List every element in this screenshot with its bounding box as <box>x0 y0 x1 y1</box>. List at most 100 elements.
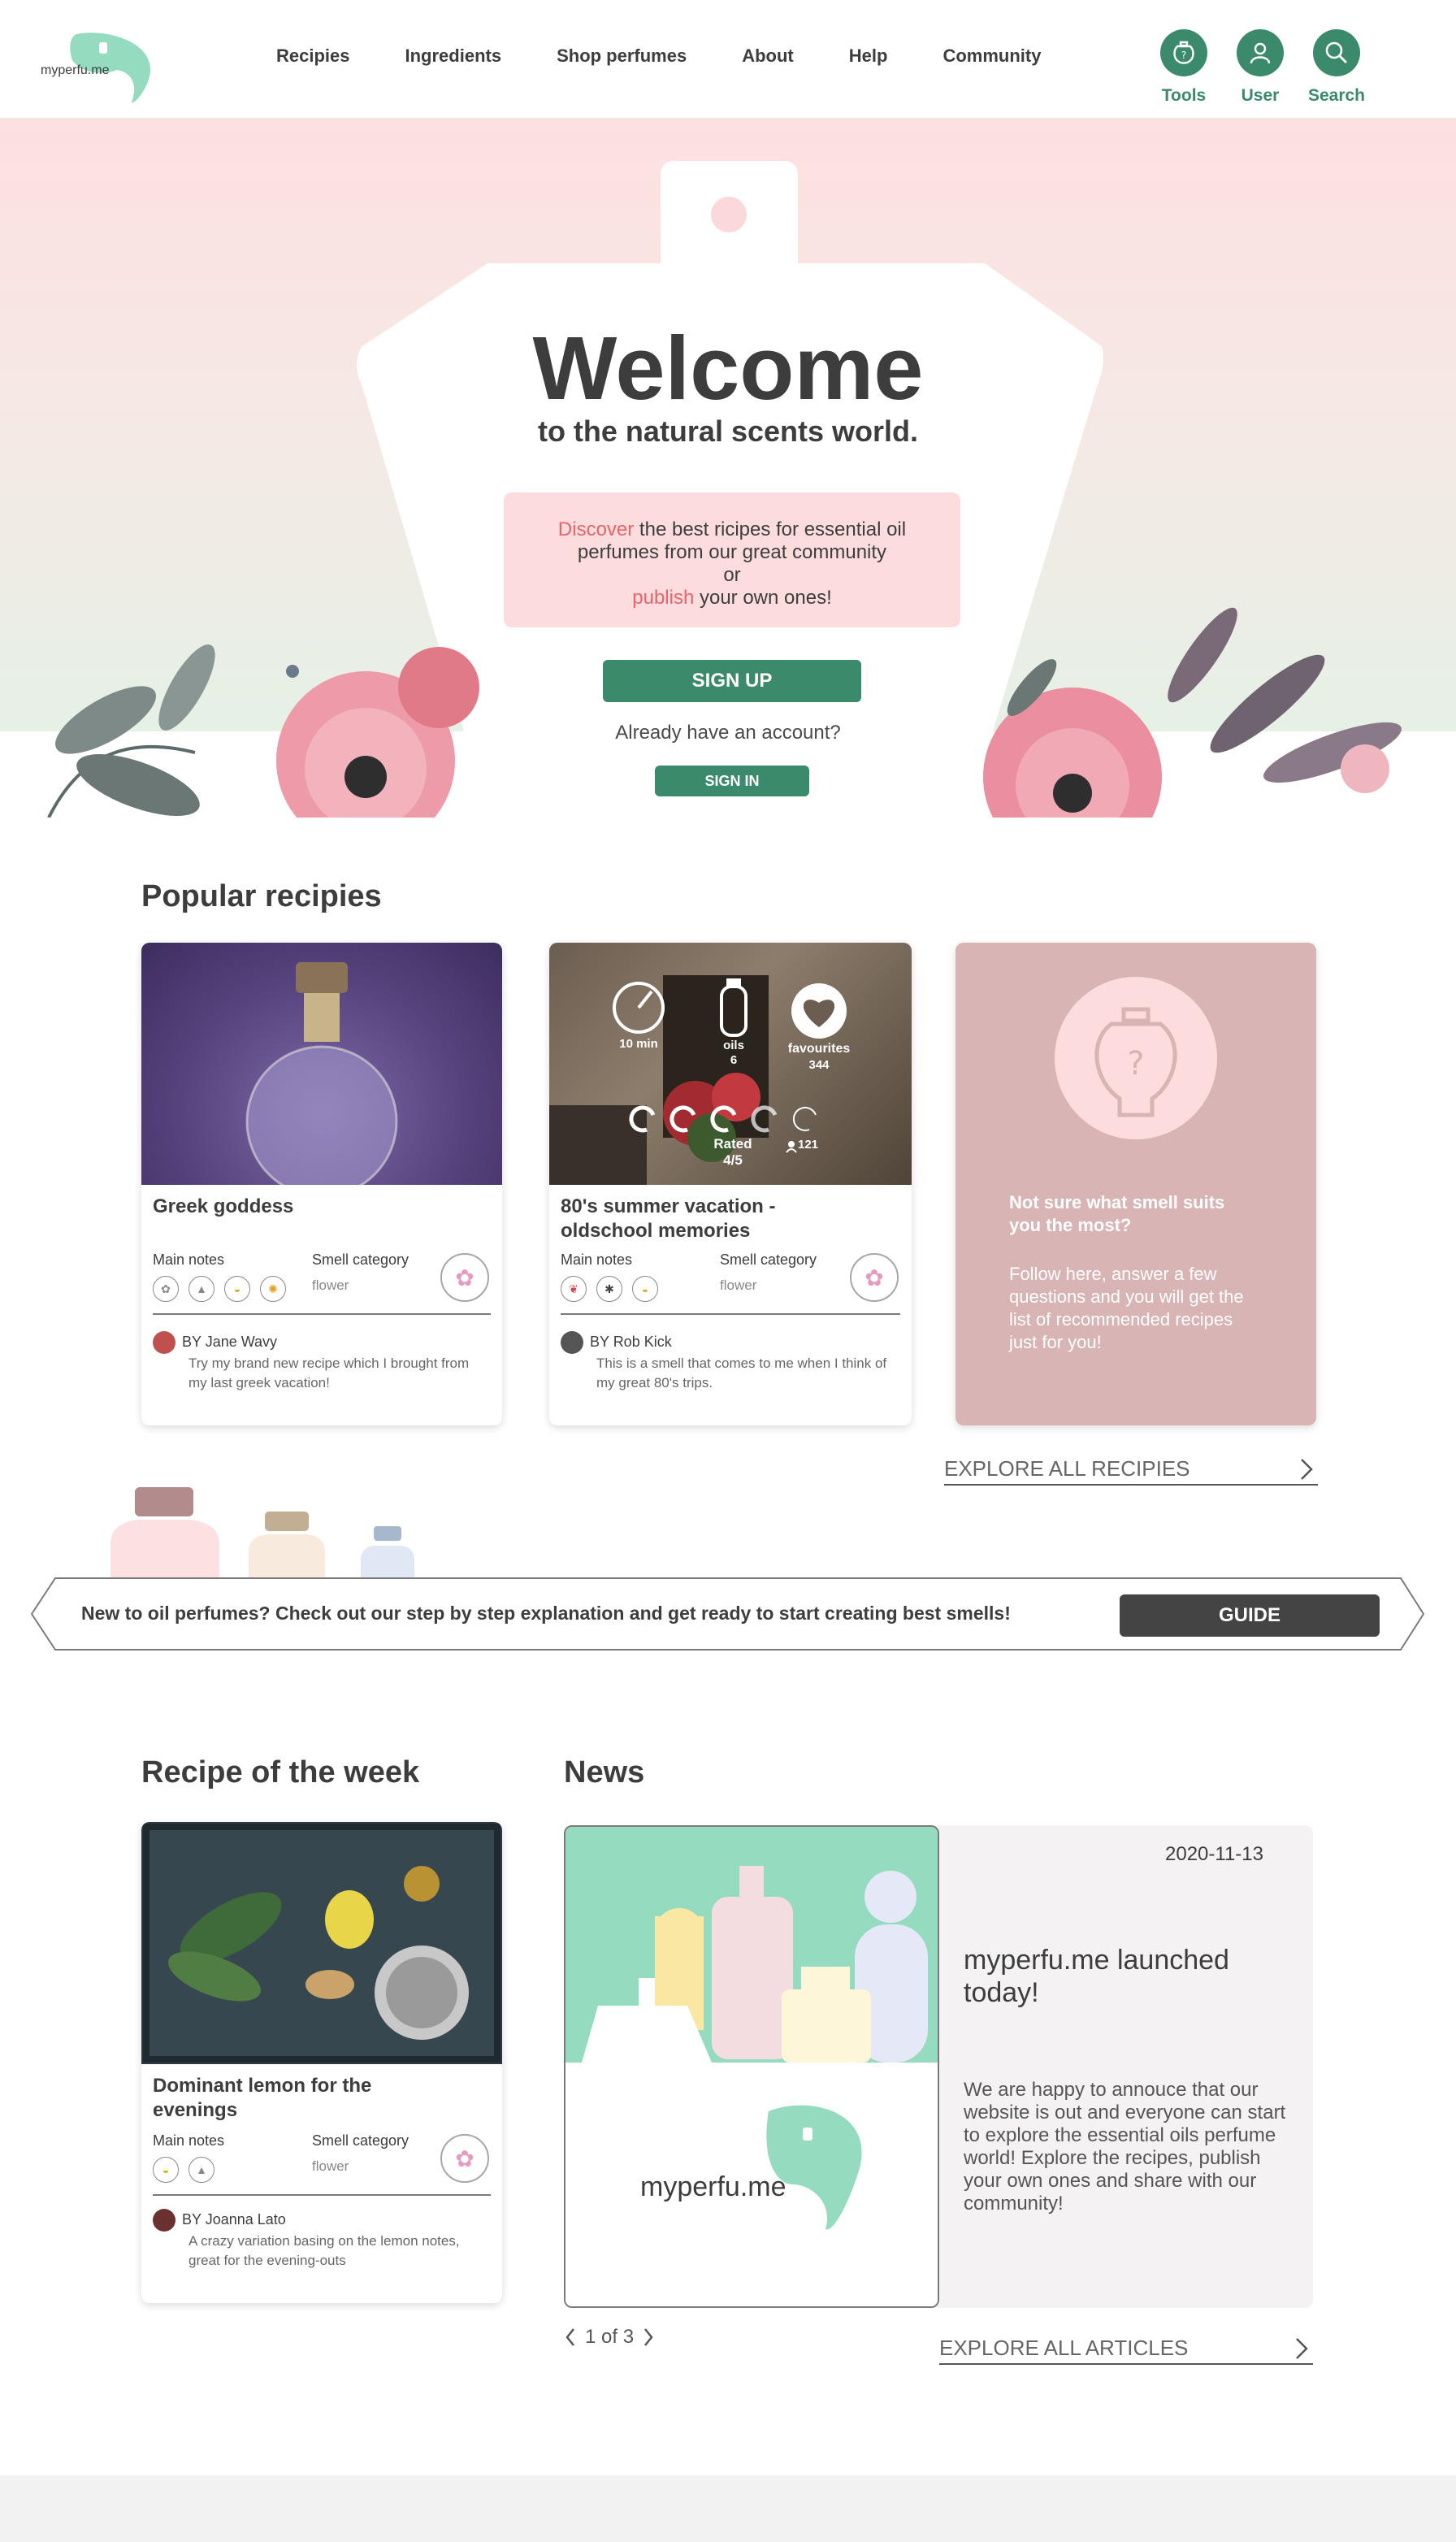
author-name: BY Jane Wavy <box>182 1333 278 1350</box>
explore-label: EXPLORE ALL ARTICLES <box>939 2336 1189 2360</box>
recipe-title-line1: Dominant lemon for the <box>153 2075 372 2097</box>
tools-icon: ? <box>1160 29 1207 76</box>
recipe-title-line2: evenings <box>153 2099 238 2121</box>
time-icon <box>613 982 665 1034</box>
recipe-description: A crazy variation basing on the lemon no… <box>188 2233 460 2268</box>
main-notes-icons: ◒ ▲ <box>153 2157 214 2183</box>
author-name: BY Joanna Lato <box>182 2210 286 2228</box>
explore-all-recipies-link[interactable]: EXPLORE ALL RECIPIES <box>944 1456 1318 1486</box>
news-title: News <box>564 1755 645 1789</box>
overlay-favourites-label: favourites <box>787 1042 851 1056</box>
smell-category-value: flower <box>720 1278 757 1293</box>
nav-community[interactable]: Community <box>942 46 1041 67</box>
quiz-title-line1: Not sure what smell suits <box>1009 1192 1225 1212</box>
flower-category-icon: ✿ <box>440 2134 489 2183</box>
discover-box: Discover the best ricipes for essential … <box>504 492 960 627</box>
nav-shop-perfumes[interactable]: Shop perfumes <box>557 46 687 67</box>
smell-quiz-card[interactable]: ? Not sure what smell suits you the most… <box>956 943 1316 1425</box>
quiz-title: Not sure what smell suits you the most? <box>1009 1191 1224 1237</box>
avatar <box>153 1331 176 1354</box>
already-account-text: Already have an account? <box>615 722 841 744</box>
tools-button[interactable]: ? Tools <box>1147 29 1220 106</box>
footer <box>0 2475 1456 2542</box>
nav-about[interactable]: About <box>742 46 794 67</box>
hero-title: Welcome <box>532 319 924 419</box>
news-headline: myperfu.me launched today! <box>964 1945 1229 2008</box>
logo-text: myperfu.me <box>41 63 110 77</box>
quiz-title-line2: you the most? <box>1009 1215 1132 1235</box>
recipe-author: BY Rob Kick <box>561 1331 672 1354</box>
publish-rest: your own ones! <box>694 587 832 609</box>
recipe-title: Greek goddess <box>153 1195 294 1217</box>
nav-ingredients[interactable]: Ingredients <box>405 46 502 67</box>
main-notes-label: Main notes <box>153 2132 225 2149</box>
recipe-author: BY Jane Wavy <box>153 1331 277 1354</box>
recipe-description: This is a smell that comes to me when I … <box>596 1356 887 1390</box>
chevron-right-icon <box>1301 1459 1313 1480</box>
discover-word: Discover <box>557 518 635 540</box>
news-pager: 1 of 3 <box>564 2326 655 2349</box>
recipe-photo-lemon-tea <box>141 1822 502 2064</box>
guide-text: New to oil perfumes? Check out our step … <box>81 1603 1011 1624</box>
explore-all-articles-link[interactable]: EXPLORE ALL ARTICLES <box>939 2336 1313 2365</box>
note-citrus-icon: ◒ <box>153 2157 179 2183</box>
news-image: myperfu.me <box>564 1825 939 2308</box>
note-sun-icon: ✺ <box>260 1276 286 1302</box>
explore-label: EXPLORE ALL RECIPIES <box>944 1456 1190 1481</box>
note-citrus-icon: ◒ <box>224 1276 250 1302</box>
recipe-description: Try my brand new recipe which I brought … <box>188 1356 470 1390</box>
recipe-title-line2: oldschool memories <box>561 1220 751 1242</box>
favourites-icon <box>791 983 847 1039</box>
news-logo-text: myperfu.me <box>640 2171 786 2202</box>
divider <box>153 1313 491 1315</box>
logo[interactable]: myperfu.me <box>36 28 158 106</box>
divider <box>561 1313 900 1315</box>
decorative-bottles <box>110 1487 414 1578</box>
news-body: We are happy to annouce that our website… <box>964 2079 1286 2214</box>
discover-or: or <box>723 564 741 586</box>
discover-line2: perfumes from our great community <box>577 541 887 563</box>
search-label: Search <box>1307 86 1366 105</box>
overlay-time: 10 min <box>619 1037 658 1051</box>
publish-word: publish <box>632 587 695 609</box>
overlay-favourites-value: 344 <box>808 1058 830 1072</box>
chevron-left-icon[interactable] <box>564 2326 577 2349</box>
recipe-of-week-title: Recipe of the week <box>141 1755 420 1789</box>
note-citrus-icon: ◒ <box>632 1276 658 1302</box>
divider <box>153 2194 491 2196</box>
chevron-right-icon <box>1296 2338 1308 2359</box>
nav-recipies[interactable]: Recipies <box>276 46 350 67</box>
smell-category-label: Smell category <box>720 1251 817 1268</box>
svg-text:?: ? <box>1127 1045 1144 1082</box>
signin-button[interactable]: SIGN IN <box>655 766 809 796</box>
note-berry-icon: ❦ <box>561 1276 587 1302</box>
chevron-right-icon[interactable] <box>642 2326 655 2349</box>
overlay-raters: 121 <box>798 1138 819 1152</box>
note-wood-icon: ▲ <box>188 1276 214 1302</box>
overlay-rated-label: Rated <box>713 1136 752 1152</box>
smell-category-value: flower <box>312 1278 349 1293</box>
nav-help[interactable]: Help <box>849 46 888 67</box>
user-button[interactable]: User <box>1224 29 1297 106</box>
news-date: 2020-11-13 <box>1165 1843 1263 1865</box>
recipe-card-80s-summer[interactable]: 10 min oils 6 favourites 344 Rated 4/5 1… <box>549 943 912 1425</box>
recipe-card-dominant-lemon[interactable]: Dominant lemon for the evenings Main not… <box>141 1822 502 2303</box>
search-button[interactable]: Search <box>1300 29 1373 106</box>
header: myperfu.me Recipies Ingredients Shop per… <box>0 0 1456 119</box>
smell-category-label: Smell category <box>312 1251 410 1268</box>
guide-button[interactable]: GUIDE <box>1120 1594 1380 1637</box>
note-wood-icon: ▲ <box>188 2157 214 2183</box>
recipe-card-greek-goddess[interactable]: Greek goddess Main notes Smell category … <box>141 943 502 1425</box>
signup-button[interactable]: SIGN UP <box>603 660 861 702</box>
right-flower-decoration <box>983 607 1402 818</box>
main-nav: Recipies Ingredients Shop perfumes About… <box>276 46 1096 67</box>
smell-category-label: Smell category <box>312 2132 410 2149</box>
avatar <box>153 2209 176 2232</box>
user-icon <box>1237 29 1284 76</box>
overlay-oils-label: oils <box>723 1039 744 1052</box>
tools-label: Tools <box>1161 86 1207 105</box>
page: myperfu.me Recipies Ingredients Shop per… <box>0 0 1456 2542</box>
main-notes-label: Main notes <box>153 1251 225 1268</box>
rating-icons <box>629 1105 817 1133</box>
pager-text: 1 of 3 <box>585 2326 635 2348</box>
